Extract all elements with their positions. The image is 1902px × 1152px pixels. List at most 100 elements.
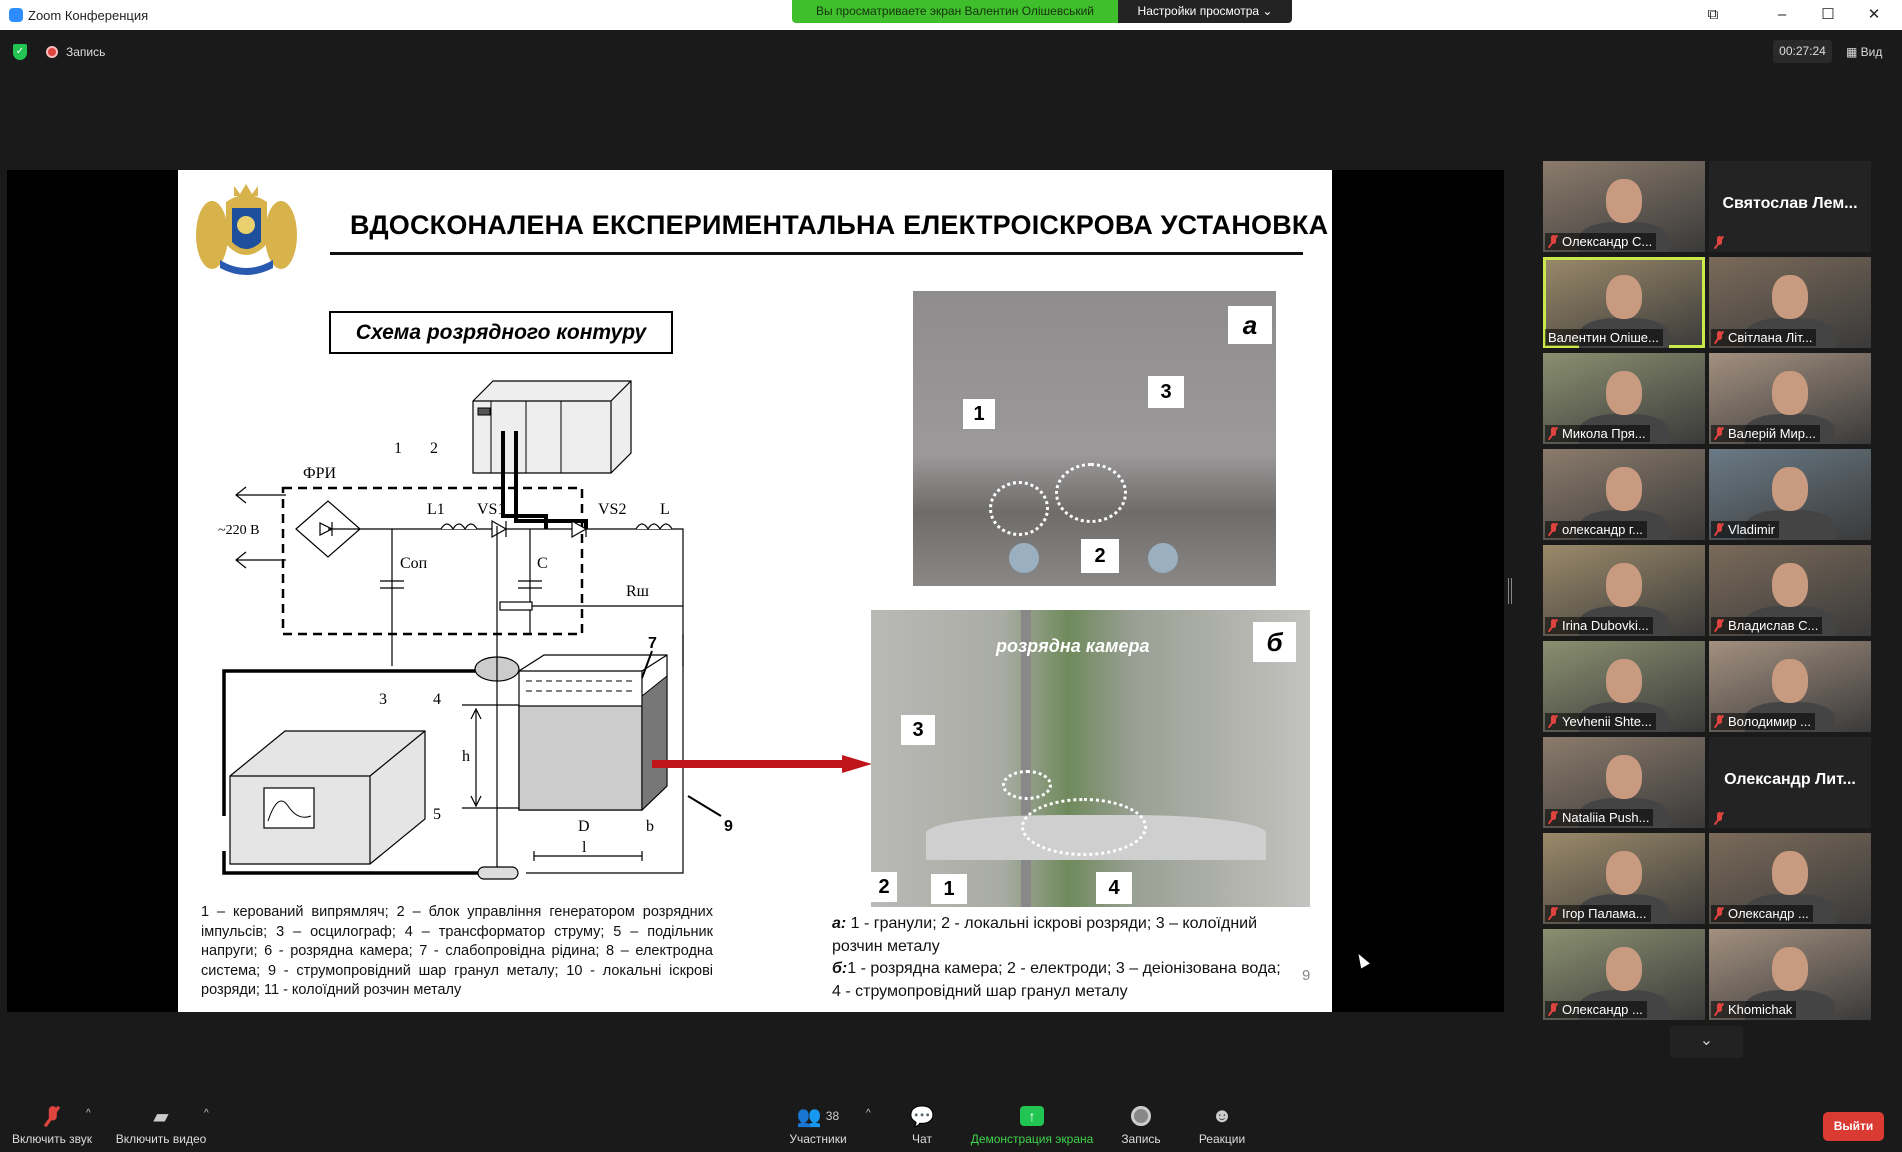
participant-name: Володимир ... xyxy=(1728,714,1812,729)
mic-muted-icon xyxy=(1714,619,1724,632)
participant-tile[interactable]: олександр г... xyxy=(1543,449,1705,540)
gallery-scroll-down-button[interactable]: ⌄ xyxy=(1670,1026,1743,1058)
mic-muted-icon xyxy=(1548,907,1558,920)
participant-name: олександр г... xyxy=(1562,522,1643,537)
participant-name-label: Irina Dubovki... xyxy=(1545,617,1653,634)
participant-video-face xyxy=(1772,659,1808,703)
label-3: 3 xyxy=(379,691,387,708)
participant-tile[interactable]: Yevhenii Shte... xyxy=(1543,641,1705,732)
participant-video-face xyxy=(1606,467,1642,511)
participant-name-label xyxy=(1711,811,1728,826)
share-screen-label: Демонстрация экрана xyxy=(970,1132,1094,1146)
participants-count: 38 xyxy=(825,1109,840,1123)
photo-a-label-3: 3 xyxy=(1148,376,1184,408)
participant-video-face xyxy=(1606,947,1642,991)
participant-tile[interactable]: Світлана Літ... xyxy=(1709,257,1871,348)
participant-tile[interactable]: Nataliia Push... xyxy=(1543,737,1705,828)
photo-a-label-2: 2 xyxy=(1081,539,1119,573)
discharge-circuit-diagram: ФРИ ~220 В L1 VS1 VS2 L Cоп C Rш 1 2 3 4… xyxy=(218,380,733,880)
participant-name-label: Володимир ... xyxy=(1711,713,1816,730)
reactions-label: Реакции xyxy=(1198,1132,1246,1146)
start-video-button[interactable]: ▰ Включить видео xyxy=(114,1104,208,1147)
label-fri: ФРИ xyxy=(303,465,337,482)
audio-options-caret-icon[interactable]: ^ xyxy=(86,1108,91,1119)
mic-muted-icon xyxy=(1714,236,1724,249)
label-c: C xyxy=(537,555,548,572)
maximize-button[interactable]: ☐ xyxy=(1808,4,1848,26)
mic-muted-icon xyxy=(1714,427,1724,440)
close-button[interactable]: ✕ xyxy=(1854,4,1894,26)
mic-muted-icon xyxy=(1714,715,1724,728)
participants-options-caret-icon[interactable]: ^ xyxy=(866,1108,871,1119)
discharge-chamber-6 xyxy=(518,654,668,812)
microphone-muted-icon xyxy=(10,1104,94,1128)
label-1: 1 xyxy=(394,440,402,457)
participant-name: Irina Dubovki... xyxy=(1562,618,1649,633)
participant-name-label: Олександр ... xyxy=(1545,1001,1647,1018)
label-d: D xyxy=(578,818,590,835)
share-screen-button[interactable]: ↑ Демонстрация экрана xyxy=(970,1104,1094,1146)
diagram-legend: 1 – керований випрямляч; 2 – блок управл… xyxy=(201,904,713,999)
participant-video-face xyxy=(1606,275,1642,319)
participants-button[interactable]: 👥 38 Участники xyxy=(780,1104,856,1147)
mic-muted-icon xyxy=(1548,715,1558,728)
participant-name-label: олександр г... xyxy=(1545,521,1647,538)
participant-tile[interactable]: Святослав Лем... xyxy=(1709,161,1871,252)
participant-name-label: Світлана Літ... xyxy=(1711,329,1817,346)
label-vs2: VS2 xyxy=(598,501,626,518)
minimize-button[interactable]: – xyxy=(1762,4,1802,26)
label-220v: ~220 В xyxy=(218,523,259,538)
participant-tile[interactable]: Vladimir xyxy=(1709,449,1871,540)
participant-name: Yevhenii Shte... xyxy=(1562,714,1652,729)
label-b: b xyxy=(646,818,654,835)
participant-tile[interactable]: Irina Dubovki... xyxy=(1543,545,1705,636)
participant-video-face xyxy=(1772,851,1808,895)
picture-in-picture-icon[interactable]: ⧉ xyxy=(1693,4,1733,26)
photo-b-label-3: 3 xyxy=(901,715,935,745)
mic-muted-icon xyxy=(1714,331,1724,344)
video-options-caret-icon[interactable]: ^ xyxy=(204,1108,209,1119)
participant-name: Vladimir xyxy=(1728,522,1775,537)
panel-resize-handle[interactable] xyxy=(1508,578,1512,604)
ellipse-3 xyxy=(1002,770,1052,800)
participant-video-face xyxy=(1606,179,1642,223)
participant-video-face xyxy=(1772,275,1808,319)
participant-name-label: Nataliia Push... xyxy=(1545,809,1654,826)
reactions-button[interactable]: ☻ Реакции xyxy=(1194,1104,1250,1147)
chat-button[interactable]: 💬 Чат xyxy=(900,1104,944,1147)
participant-tile[interactable]: Валерій Мир... xyxy=(1709,353,1871,444)
participant-tile[interactable]: Олександр ... xyxy=(1709,833,1871,924)
unmute-button[interactable]: Включить звук xyxy=(10,1104,94,1146)
mic-muted-icon xyxy=(1714,907,1724,920)
participant-name: Владислав С... xyxy=(1728,618,1819,633)
red-arrow-icon xyxy=(652,755,872,773)
participant-name: Nataliia Push... xyxy=(1562,810,1650,825)
photo-letter-b: б xyxy=(1253,622,1296,662)
participant-tile[interactable]: Владислав С... xyxy=(1709,545,1871,636)
leave-meeting-button[interactable]: Выйти xyxy=(1823,1112,1884,1141)
participant-tile[interactable]: Володимир ... xyxy=(1709,641,1871,732)
participant-name-label: Валерій Мир... xyxy=(1711,425,1820,442)
record-button[interactable]: Запись xyxy=(1116,1104,1166,1146)
participant-tile[interactable]: Микола Пря... xyxy=(1543,353,1705,444)
recording-indicator[interactable]: Запись xyxy=(66,45,105,59)
mic-muted-icon xyxy=(1714,1003,1724,1016)
legend-a-key: а: xyxy=(832,915,847,932)
participant-tile[interactable]: Олександр С... xyxy=(1543,161,1705,252)
participant-video-face xyxy=(1772,371,1808,415)
view-settings-dropdown[interactable]: Настройки просмотра ⌄ xyxy=(1118,0,1292,23)
participant-tile[interactable]: Олександр Лит... xyxy=(1709,737,1871,828)
meeting-toolbar xyxy=(0,1092,1902,1152)
participant-tile[interactable]: Ігор Палама... xyxy=(1543,833,1705,924)
participant-tile[interactable]: Khomichak xyxy=(1709,929,1871,1020)
discharge-ellipse xyxy=(1055,463,1127,523)
participants-icon: 👥 38 xyxy=(796,1105,840,1128)
screw-icon xyxy=(1009,543,1039,573)
grid-icon: ▦ xyxy=(1846,45,1861,59)
participant-tile[interactable]: Олександр ... xyxy=(1543,929,1705,1020)
participant-tile[interactable]: Валентин Оліше... xyxy=(1543,257,1705,348)
photo-b-label-4: 4 xyxy=(1096,872,1132,904)
encryption-shield-icon[interactable]: ✓ xyxy=(13,44,27,60)
view-button[interactable]: ▦ Вид xyxy=(1846,45,1882,59)
photo-b-caption: розрядна камера xyxy=(996,636,1150,656)
